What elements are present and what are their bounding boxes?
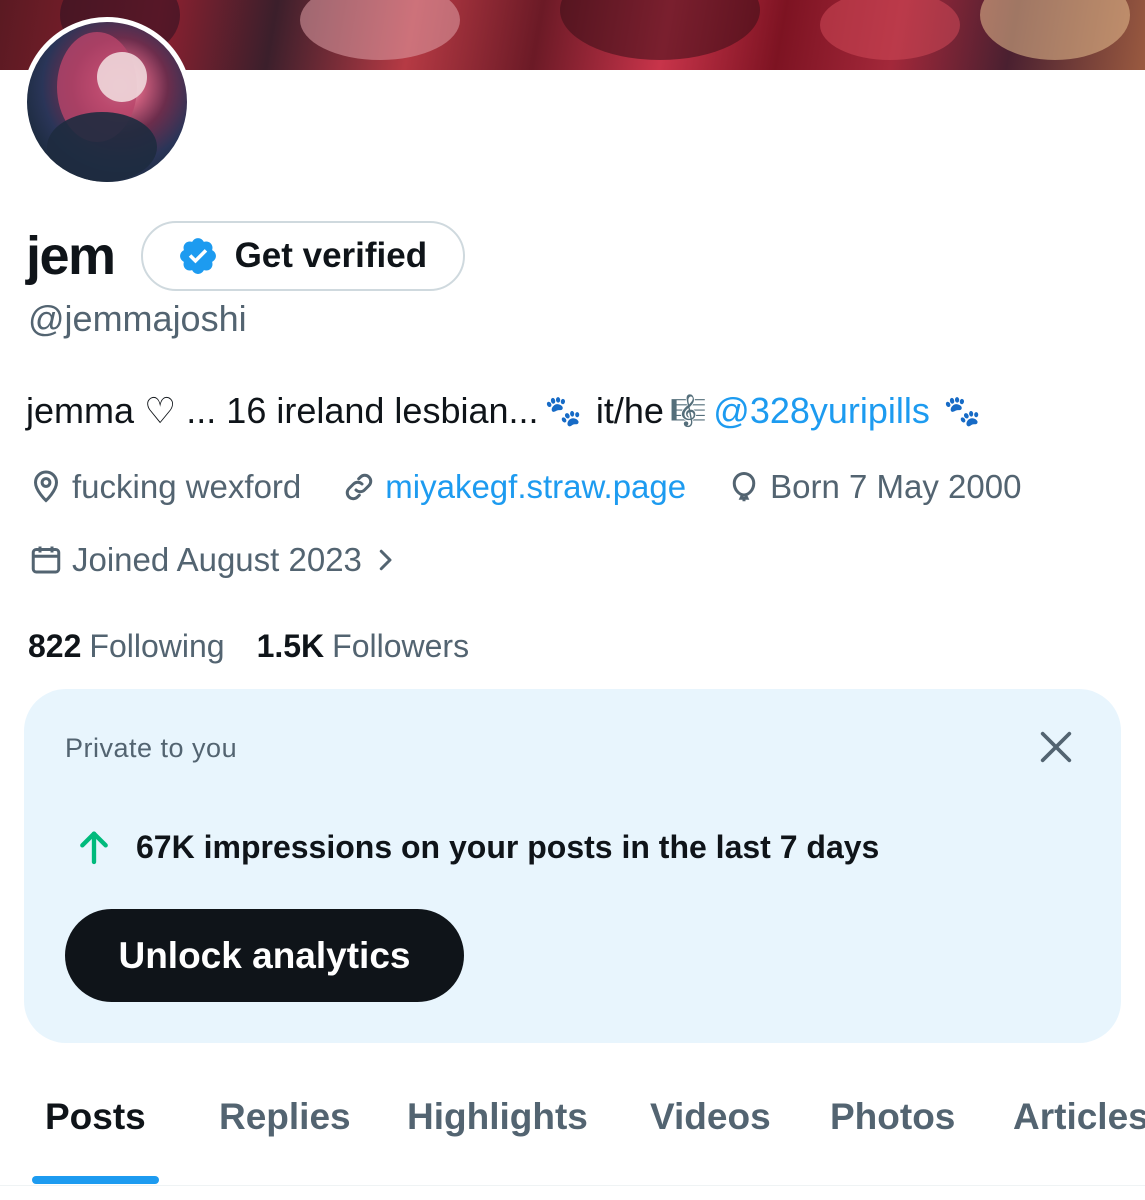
profile-website[interactable]: miyakegf.straw.page [341,468,686,506]
profile-joined[interactable]: Joined August 2023 [28,541,400,579]
tab-videos[interactable]: Videos [650,1096,771,1138]
private-analytics-card: Private to you 67K impressions on your p… [24,689,1121,1043]
follow-stats: 822 Following 1.5K Followers [28,628,469,665]
profile-bio: jemma ♡ ... 16 ireland lesbian... 🐾 it/h… [26,390,987,432]
display-name: jem [26,226,116,286]
profile-handle: @jemmajoshi [28,298,247,339]
followers-label: Followers [332,628,470,664]
tab-highlights[interactable]: Highlights [407,1096,588,1138]
profile-tabs: Posts Replies Highlights Videos Photos A… [0,1070,1145,1185]
following-stat[interactable]: 822 Following [28,628,225,665]
tabs-divider [0,1185,1145,1186]
impressions-text: 67K impressions on your posts in the las… [136,828,880,865]
following-label: Following [89,628,225,664]
tab-replies[interactable]: Replies [219,1096,351,1138]
balloon-icon [732,471,756,502]
impressions-stat: 67K impressions on your posts in the las… [74,827,879,867]
followers-stat[interactable]: 1.5K Followers [257,628,470,665]
active-tab-indicator [32,1176,159,1184]
profile-birthday: Born 7 May 2000 [726,468,1021,506]
profile-avatar[interactable] [22,17,192,187]
paw-prints-icon: 🐾 [943,393,982,429]
musical-score-icon: 🎼 [669,393,708,429]
website-link[interactable]: miyakegf.straw.page [385,468,686,506]
chevron-right-icon [379,549,392,571]
tab-photos[interactable]: Photos [830,1096,955,1138]
tab-posts[interactable]: Posts [45,1096,146,1138]
calendar-icon [31,546,61,574]
location-text: fucking wexford [72,468,302,505]
get-verified-label: Get verified [234,236,428,275]
unlock-analytics-button[interactable]: Unlock analytics [65,909,464,1002]
bio-mention-link[interactable]: @328yuripills [713,390,930,432]
name-row: jem Get verified [26,220,466,292]
bio-text: jemma ♡ ... 16 ireland lesbian... [26,390,539,431]
followers-count: 1.5K [256,628,325,664]
following-count: 822 [28,628,82,664]
verified-badge-icon [179,238,216,274]
paw-prints-icon: 🐾 [544,393,582,429]
get-verified-button[interactable]: Get verified [140,221,466,291]
close-icon[interactable] [1036,727,1076,767]
arrow-up-icon [80,831,108,865]
birthday-text: Born 7 May 2000 [770,468,1022,505]
tab-articles[interactable]: Articles [1013,1096,1145,1138]
profile-meta-row: fucking wexford miyakegf.straw.page Born… [28,468,1061,506]
profile-location: fucking wexford [28,468,301,506]
joined-text: Joined August 2023 [72,541,362,578]
location-pin-icon [33,470,59,503]
bio-pronouns: it/he [595,390,664,431]
link-icon [346,473,373,501]
private-card-title: Private to you [65,733,238,763]
